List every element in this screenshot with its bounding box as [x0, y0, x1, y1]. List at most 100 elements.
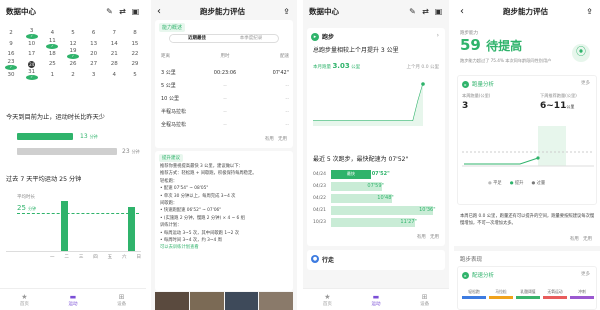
edit-icon[interactable]: ✎: [105, 7, 114, 16]
calendar-day[interactable]: 7: [108, 30, 120, 36]
run-row[interactable]: 04/23 07'59": [313, 180, 441, 192]
nav-home[interactable]: ★ 首页: [20, 293, 29, 307]
avg-value: 25 分钟: [17, 204, 37, 212]
thumbnail[interactable]: [224, 292, 259, 310]
pace-header: ▸ 配速分析: [462, 271, 494, 279]
expand-icon[interactable]: ▣: [131, 7, 140, 16]
mileage-line: [313, 83, 424, 122]
run-row[interactable]: 04/21 10'36": [313, 204, 441, 216]
calendar-day[interactable]: 31 ✓: [25, 69, 38, 81]
calendar-day[interactable]: 27: [88, 61, 100, 67]
calendar-day[interactable]: 5: [67, 30, 79, 36]
calendar-day[interactable]: 19 ✓: [66, 48, 79, 60]
calendar-day[interactable]: 5: [129, 72, 141, 78]
calendar-day[interactable]: 20: [88, 51, 100, 57]
zone-color: [462, 296, 486, 299]
calendar-day[interactable]: 26: [67, 61, 79, 67]
calendar-day[interactable]: 4: [108, 72, 120, 78]
nav-device[interactable]: ⊞ 设备: [117, 293, 126, 307]
run-date: 04/21: [313, 207, 326, 213]
dislike-button[interactable]: 无用: [278, 137, 287, 142]
calendar-day[interactable]: 10: [26, 41, 38, 47]
share-icon[interactable]: ⇪: [282, 7, 291, 16]
run-row[interactable]: 04/22 10'48": [313, 192, 441, 204]
tab-season-record[interactable]: 本季度纪录: [224, 35, 278, 42]
like-button[interactable]: 有用: [417, 235, 426, 240]
calendar-day[interactable]: 24: [26, 60, 38, 68]
calendar-day[interactable]: 12: [67, 41, 79, 47]
pace-bar: 最快: [331, 169, 371, 179]
thumbnail[interactable]: [259, 292, 293, 310]
calendar-day[interactable]: 29: [129, 61, 141, 67]
calendar-day[interactable]: 18: [46, 51, 58, 57]
calendar-day[interactable]: 14: [108, 41, 120, 47]
calendar-day[interactable]: 22: [129, 51, 141, 57]
pace-value: 07'52": [371, 170, 390, 177]
avg-line: [17, 213, 139, 214]
calendar-day[interactable]: 21: [108, 51, 120, 57]
pace-zones: 轻松跑 马拉松 乳酸阈值 无氧运动 冲刺: [462, 289, 594, 299]
thumbnail[interactable]: [155, 292, 189, 310]
share-icon[interactable]: ⇪: [585, 7, 594, 16]
chevron-right-icon[interactable]: ›: [437, 32, 439, 39]
time-cell: --: [223, 95, 227, 102]
run-date: 10/23: [313, 219, 326, 225]
pace-zone: 无氧运动: [543, 289, 567, 299]
pace-value: 07'59": [367, 182, 384, 189]
calendar-day[interactable]: 8: [129, 30, 141, 36]
like-button[interactable]: 有用: [265, 137, 274, 142]
expand-icon[interactable]: ▣: [434, 7, 443, 16]
zone-label: 冲刺: [578, 289, 586, 294]
calendar-day[interactable]: 2: [67, 72, 79, 78]
run-row[interactable]: 04/24 最快 07'52": [313, 168, 441, 180]
calendar-day[interactable]: 15: [129, 41, 141, 47]
table-row: 5 公里 -- --: [161, 79, 289, 92]
more-link[interactable]: 更多: [581, 271, 590, 277]
zone-label: 乳酸阈值: [520, 289, 536, 294]
more-link[interactable]: 更多: [581, 80, 590, 86]
calendar-day[interactable]: 23 ✓: [5, 59, 17, 70]
run-row[interactable]: 10/23 11'27": [313, 216, 441, 228]
recent-runs: 04/24 最快 07'52" 04/23 07'59" 04/22 10'48" 04/21…: [313, 168, 441, 228]
calendar-day[interactable]: 17: [26, 51, 38, 57]
swap-icon[interactable]: ⇄: [118, 7, 127, 16]
calendar-day[interactable]: 30: [5, 72, 17, 78]
nav-home[interactable]: ★ 首页: [323, 293, 332, 307]
nav-exercise[interactable]: ▬ 运动: [371, 293, 380, 307]
distance-cell: 5 公里: [161, 83, 176, 89]
edit-icon[interactable]: ✎: [408, 7, 417, 16]
calendar-day[interactable]: 2: [5, 30, 17, 36]
headline: 总跑步量相较上个月提升 3 公里: [313, 47, 399, 54]
calendar-day[interactable]: 13: [88, 41, 100, 47]
nav-device[interactable]: ⊞ 设备: [420, 293, 429, 307]
distance-cell: 半程马拉松: [161, 109, 187, 115]
calendar-day[interactable]: 4: [46, 30, 58, 36]
calendar-day[interactable]: 25: [46, 61, 58, 67]
page-title: 数据中心: [6, 6, 36, 16]
walk-title: 行走: [322, 257, 335, 264]
time-cell: --: [223, 108, 227, 115]
weekday-label: 日: [136, 255, 141, 260]
calendar-day[interactable]: 28: [108, 61, 120, 67]
like-button[interactable]: 有用: [570, 237, 579, 242]
pace-bar: [331, 205, 434, 215]
calendar-day[interactable]: 9: [5, 41, 17, 47]
swap-icon[interactable]: ⇄: [421, 7, 430, 16]
dislike-button[interactable]: 无用: [583, 237, 592, 242]
walk-card[interactable]: ● 行走: [307, 250, 445, 270]
calendar-day[interactable]: 3 ✓: [25, 28, 38, 39]
tab-recent-best[interactable]: 近期最佳: [170, 35, 224, 42]
recommend-zone: [538, 126, 566, 166]
dislike-button[interactable]: 无用: [430, 235, 439, 240]
calendar-day[interactable]: 3: [88, 72, 100, 78]
plan-link[interactable]: 可以去训练计划查看: [160, 244, 290, 251]
nav-exercise[interactable]: ▬ 运动: [68, 293, 77, 307]
bottom-nav: ★ 首页 ▬ 运动 ⊞ 设备: [0, 288, 146, 310]
back-icon[interactable]: ‹: [157, 6, 167, 17]
thumbnail[interactable]: [189, 292, 224, 310]
calendar-day[interactable]: 16: [5, 51, 17, 57]
calendar-day[interactable]: 6: [88, 30, 100, 36]
calendar-day[interactable]: 11 ✓: [46, 38, 59, 50]
calendar-day[interactable]: 1: [46, 72, 58, 78]
back-icon[interactable]: ‹: [460, 6, 470, 17]
